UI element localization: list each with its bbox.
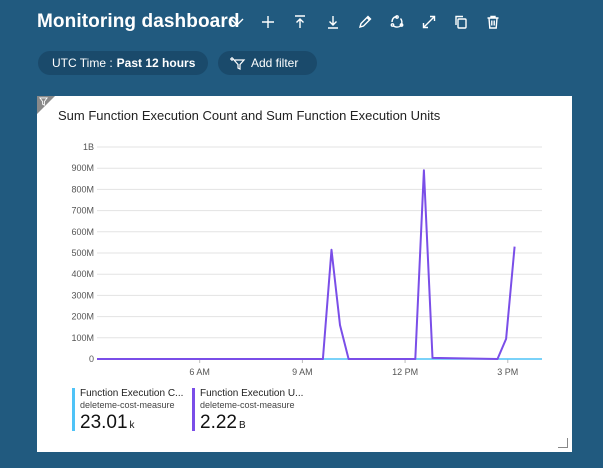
- legend-item-execution-count[interactable]: Function Execution C... deleteme-cost-me…: [72, 388, 192, 433]
- delete-icon[interactable]: [483, 12, 503, 32]
- legend-series-name: Function Execution U...: [200, 388, 304, 399]
- resize-handle[interactable]: [558, 438, 568, 448]
- y-tick-label: 100M: [71, 333, 94, 343]
- x-tick-label: 6 AM: [189, 367, 210, 377]
- expand-icon[interactable]: [419, 12, 439, 32]
- move-to-bottom-icon[interactable]: [323, 12, 343, 32]
- y-tick-label: 800M: [71, 184, 94, 194]
- chevron-down-icon[interactable]: [227, 12, 247, 32]
- y-tick-label: 600M: [71, 227, 94, 237]
- add-filter-button[interactable]: Add filter: [218, 51, 317, 75]
- legend-series-name: Function Execution C...: [80, 388, 184, 399]
- y-tick-label: 400M: [71, 269, 94, 279]
- line-chart: 0 100M 200M 300M 400M 500M 600M 700M 800M 900M 1B 6…: [71, 142, 542, 377]
- plus-icon[interactable]: [258, 12, 278, 32]
- legend-value: 23.01 k: [80, 412, 135, 433]
- add-filter-icon: [230, 57, 246, 70]
- add-filter-label: Add filter: [251, 56, 299, 70]
- time-range-filter[interactable]: UTC Time : Past 12 hours: [38, 51, 208, 75]
- dashboard-header: Monitoring dashboard: [0, 0, 603, 44]
- legend-resource-name: deleteme-cost-measure: [200, 400, 295, 410]
- legend-color-bar: [72, 388, 75, 431]
- move-to-top-icon[interactable]: [290, 12, 310, 32]
- y-tick-label: 500M: [71, 248, 94, 258]
- legend-item-execution-units[interactable]: Function Execution U... deleteme-cost-me…: [192, 388, 317, 433]
- legend-resource-name: deleteme-cost-measure: [80, 400, 175, 410]
- edit-icon[interactable]: [355, 12, 375, 32]
- x-tick-label: 12 PM: [392, 367, 418, 377]
- y-tick-label: 1B: [83, 142, 94, 152]
- legend-value: 2.22 B: [200, 412, 246, 433]
- x-tick-label: 9 AM: [292, 367, 313, 377]
- y-tick-label: 900M: [71, 163, 94, 173]
- legend-color-bar: [192, 388, 195, 431]
- copy-icon[interactable]: [451, 12, 471, 32]
- y-tick-label: 0: [89, 354, 94, 364]
- time-range-label: UTC Time :: [52, 56, 113, 70]
- y-tick-label: 200M: [71, 312, 94, 322]
- y-tick-label: 300M: [71, 290, 94, 300]
- time-range-value: Past 12 hours: [116, 56, 196, 70]
- share-icon[interactable]: [387, 12, 407, 32]
- chart-tile[interactable]: Sum Function Execution Count and Sum Fun…: [37, 96, 572, 452]
- dashboard-title: Monitoring dashboard: [37, 11, 240, 32]
- x-tick-label: 3 PM: [497, 367, 518, 377]
- series-line-execution-units[interactable]: [97, 169, 516, 360]
- y-tick-label: 700M: [71, 206, 94, 216]
